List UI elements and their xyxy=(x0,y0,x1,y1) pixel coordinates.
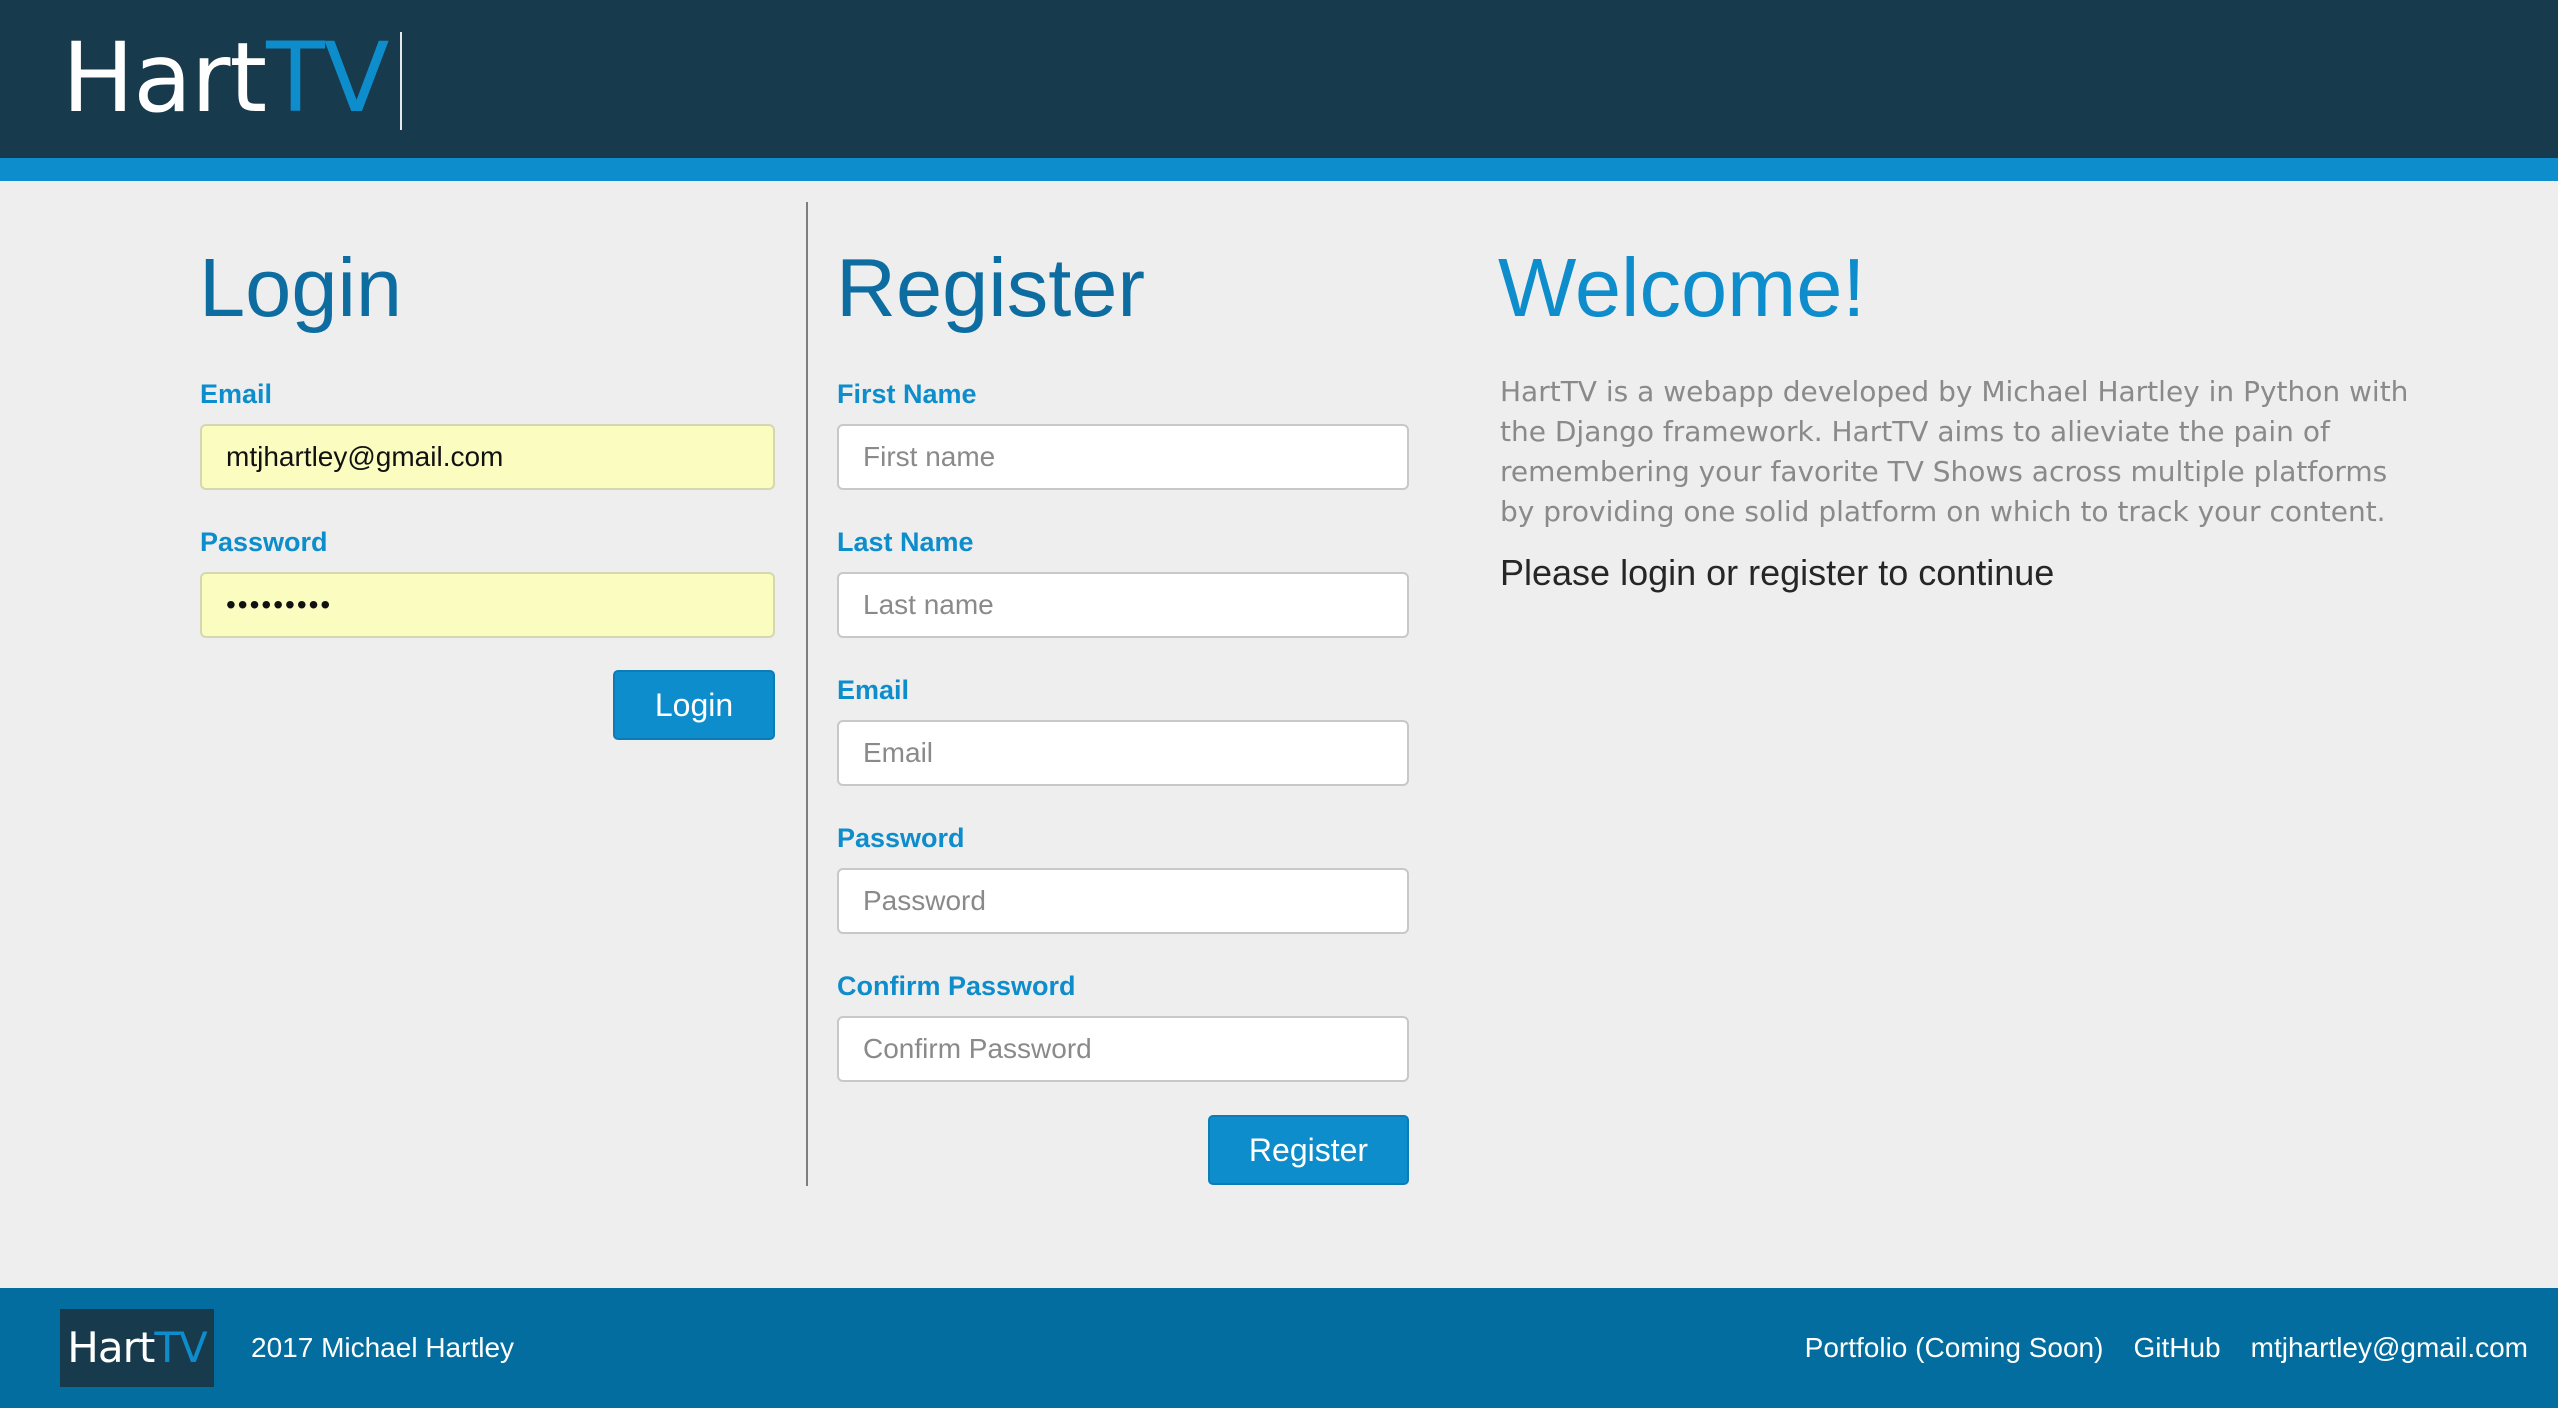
welcome-description: HartTV is a webapp developed by Michael … xyxy=(1500,375,2409,528)
brand-divider xyxy=(400,32,402,130)
register-password-field[interactable] xyxy=(837,868,1409,934)
site-header: HartTV xyxy=(0,0,2558,158)
brand-logo[interactable]: HartTV xyxy=(62,22,389,134)
footer-links: Portfolio (Coming Soon) GitHub mtjhartle… xyxy=(1805,1328,2528,1368)
confirm-password-field[interactable] xyxy=(837,1016,1409,1082)
last-name-label: Last Name xyxy=(837,527,974,557)
footer-copyright: 2017 Michael Hartley xyxy=(251,1332,515,1363)
footer-link-portfolio[interactable]: Portfolio (Coming Soon) xyxy=(1805,1328,2104,1368)
footer-link-github[interactable]: GitHub xyxy=(2133,1328,2220,1368)
login-password-label: Password xyxy=(200,527,328,557)
brand-prefix: Hart xyxy=(62,22,267,134)
first-name-field[interactable] xyxy=(837,424,1409,490)
login-prompt: Please login or register to continue xyxy=(1500,552,2055,593)
footer-link-email[interactable]: mtjhartley@gmail.com xyxy=(2251,1328,2528,1368)
login-button[interactable]: Login xyxy=(613,670,775,740)
register-button[interactable]: Register xyxy=(1208,1115,1409,1185)
welcome-title: Welcome! xyxy=(1498,241,1866,334)
footer-logo[interactable]: HartTV xyxy=(60,1309,214,1387)
login-email-label: Email xyxy=(200,379,273,409)
confirm-password-label: Confirm Password xyxy=(837,971,1076,1001)
column-divider xyxy=(806,202,808,1186)
register-title: Register xyxy=(836,241,1146,334)
footer-logo-prefix: Hart xyxy=(67,1323,155,1372)
register-email-label: Email xyxy=(837,675,910,705)
login-title: Login xyxy=(199,241,403,334)
footer-logo-suffix: TV xyxy=(154,1323,207,1372)
register-password-label: Password xyxy=(837,823,965,853)
brand-suffix: TV xyxy=(266,22,389,134)
header-accent-stripe xyxy=(0,158,2558,181)
site-footer: HartTV 2017 Michael Hartley Portfolio (C… xyxy=(0,1288,2558,1408)
last-name-field[interactable] xyxy=(837,572,1409,638)
login-password-field[interactable] xyxy=(200,572,775,638)
first-name-label: First Name xyxy=(837,379,977,409)
login-email-field[interactable] xyxy=(200,424,775,490)
register-email-field[interactable] xyxy=(837,720,1409,786)
